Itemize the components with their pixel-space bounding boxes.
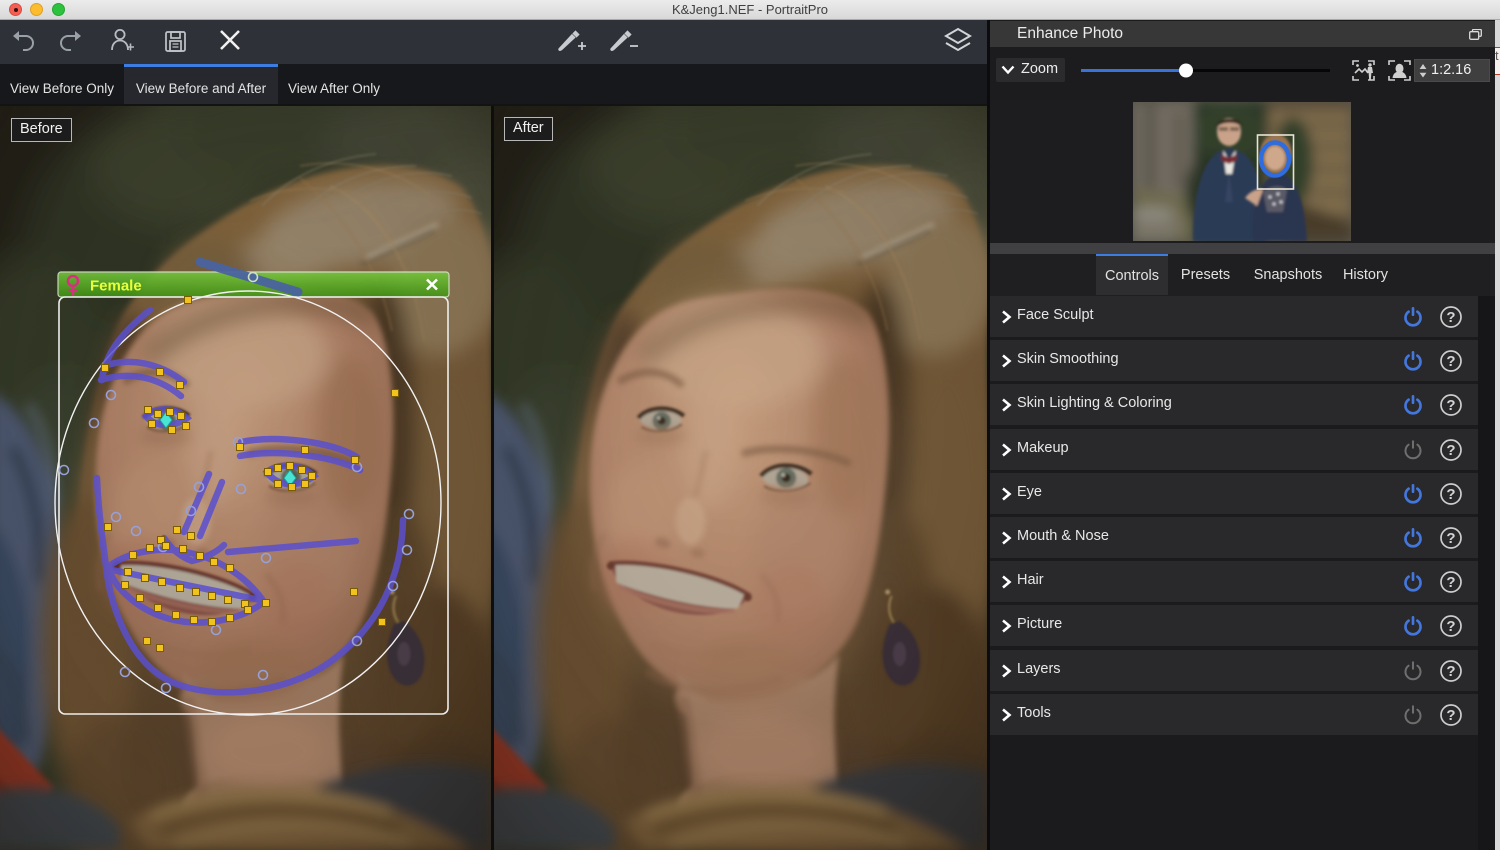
svg-text:?: ? (1446, 530, 1455, 547)
svg-text:?: ? (1446, 353, 1455, 370)
svg-text:?: ? (1446, 398, 1455, 415)
svg-text:?: ? (1446, 486, 1455, 503)
svg-text:?: ? (1446, 309, 1455, 326)
svg-text:?: ? (1446, 442, 1455, 459)
svg-text:?: ? (1446, 619, 1455, 636)
svg-text:?: ? (1446, 707, 1455, 724)
svg-text:?: ? (1446, 574, 1455, 591)
svg-text:?: ? (1446, 663, 1455, 680)
